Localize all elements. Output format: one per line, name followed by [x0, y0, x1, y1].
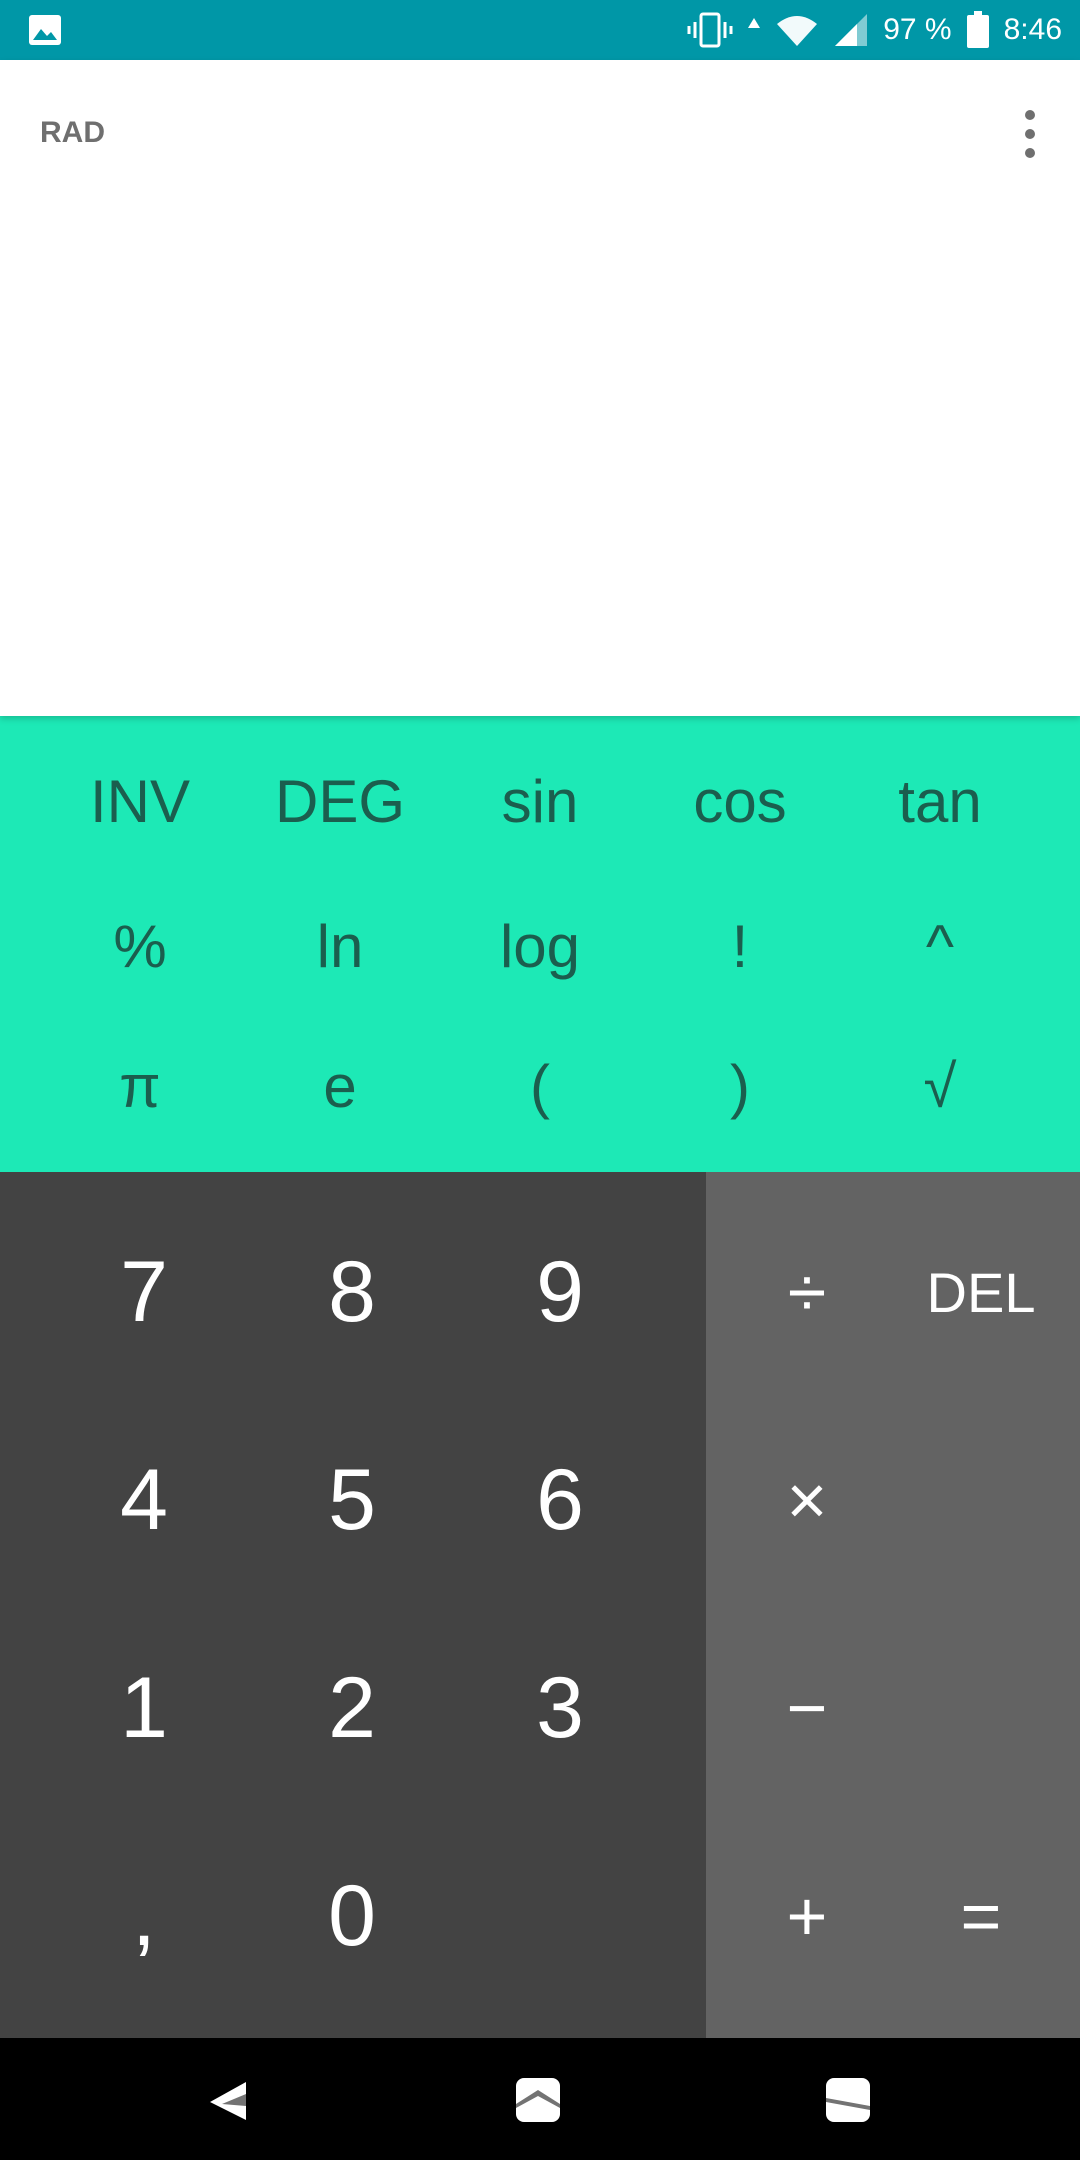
back-icon[interactable]	[206, 2076, 254, 2124]
sqrt-key[interactable]: √	[840, 1016, 1040, 1156]
percent-key[interactable]: %	[40, 876, 240, 1016]
home-icon[interactable]	[514, 2076, 562, 2124]
digit-2-key[interactable]: 2	[248, 1604, 456, 1812]
wifi-icon	[775, 12, 819, 48]
digit-1-key[interactable]: 1	[40, 1604, 248, 1812]
digit-0-key[interactable]: 0	[248, 1812, 456, 2020]
operator-pad: ÷ DEL × − + =	[706, 1172, 1080, 2038]
navigation-bar	[0, 2038, 1080, 2160]
subtract-key[interactable]: −	[720, 1604, 894, 1812]
battery-percent: 97 %	[883, 13, 952, 46]
empty-slot	[894, 1396, 1068, 1604]
power-key[interactable]: ^	[840, 876, 1040, 1016]
delete-key[interactable]: DEL	[894, 1188, 1068, 1396]
inv-key[interactable]: INV	[40, 726, 240, 876]
divide-key[interactable]: ÷	[720, 1188, 894, 1396]
digit-6-key[interactable]: 6	[456, 1396, 664, 1604]
calculator-screen: 97 % 8:46 RAD INV DEG sin cos tan % ln l…	[0, 0, 1080, 2160]
digit-8-key[interactable]: 8	[248, 1188, 456, 1396]
gallery-icon	[28, 14, 62, 46]
cos-key[interactable]: cos	[640, 726, 840, 876]
decimal-separator-key[interactable]: ,	[40, 1812, 248, 2020]
add-key[interactable]: +	[720, 1812, 894, 2020]
vibrate-icon	[687, 12, 733, 48]
left-paren-key[interactable]: (	[440, 1016, 640, 1156]
pi-key[interactable]: π	[40, 1016, 240, 1156]
equals-key[interactable]: =	[894, 1812, 1068, 2020]
more-vert-icon[interactable]	[1018, 110, 1042, 158]
data-up-icon	[747, 12, 761, 48]
factorial-key[interactable]: !	[640, 876, 840, 1016]
tan-key[interactable]: tan	[840, 726, 1040, 876]
deg-key[interactable]: DEG	[240, 726, 440, 876]
status-bar: 97 % 8:46	[0, 0, 1080, 60]
signal-icon	[833, 12, 869, 48]
sin-key[interactable]: sin	[440, 726, 640, 876]
digit-9-key[interactable]: 9	[456, 1188, 664, 1396]
right-paren-key[interactable]: )	[640, 1016, 840, 1156]
digit-5-key[interactable]: 5	[248, 1396, 456, 1604]
angle-mode-label: RAD	[40, 116, 105, 149]
ln-key[interactable]: ln	[240, 876, 440, 1016]
empty-slot	[894, 1604, 1068, 1812]
numeric-pad: 7 8 9 4 5 6 1 2 3 , 0	[0, 1172, 706, 2038]
log-key[interactable]: log	[440, 876, 640, 1016]
e-key[interactable]: e	[240, 1016, 440, 1156]
digit-3-key[interactable]: 3	[456, 1604, 664, 1812]
digit-7-key[interactable]: 7	[40, 1188, 248, 1396]
digit-4-key[interactable]: 4	[40, 1396, 248, 1604]
recents-icon[interactable]	[824, 2076, 872, 2124]
calculator-display: RAD	[0, 60, 1080, 716]
multiply-key[interactable]: ×	[720, 1396, 894, 1604]
status-icons: 97 % 8:46	[687, 0, 1062, 60]
battery-icon	[966, 11, 990, 49]
advanced-pad: INV DEG sin cos tan % ln log ! ^ π e ( )…	[0, 716, 1080, 1172]
clock: 8:46	[1003, 13, 1062, 46]
